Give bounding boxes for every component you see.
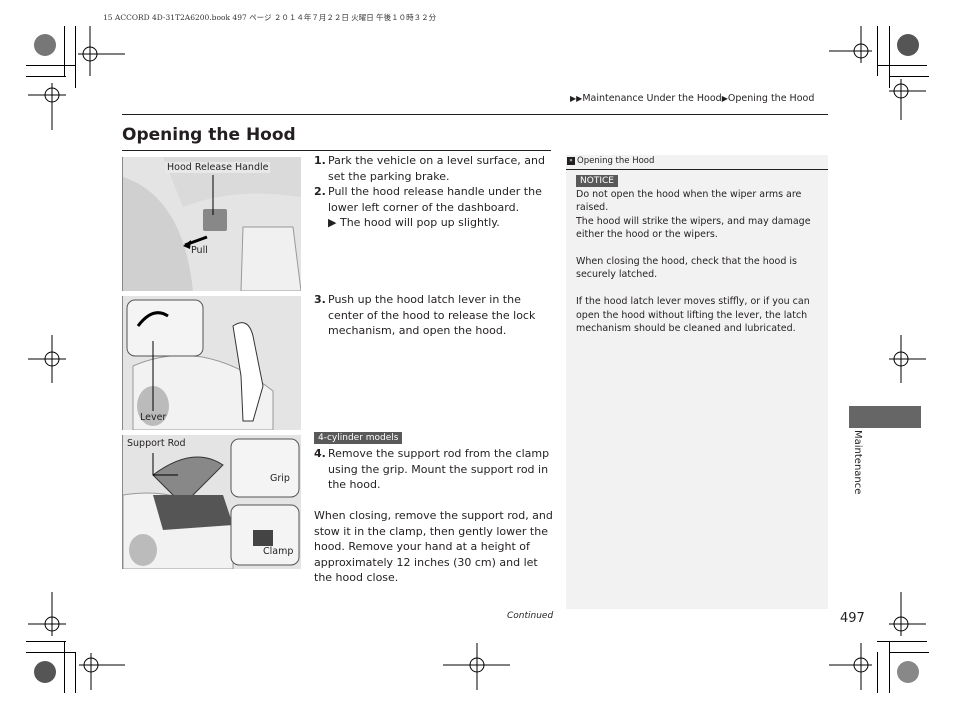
breadcrumb: ▶▶Maintenance Under the Hood▶Opening the…	[570, 93, 814, 104]
registration-target-icon	[28, 592, 66, 636]
figure-label: Support Rod	[127, 438, 186, 449]
figure-label: Clamp	[263, 546, 294, 557]
hood-latch-illustration	[123, 296, 301, 430]
registration-target-icon	[829, 643, 872, 690]
color-target-icon	[34, 34, 56, 56]
continued-label: Continued	[507, 611, 554, 621]
color-target-icon	[34, 661, 56, 683]
step-item: 2. Pull the hood release handle under th…	[314, 184, 554, 215]
step-result: ▶ The hood will pop up slightly.	[314, 215, 554, 231]
breadcrumb-item[interactable]: Maintenance Under the Hood	[582, 93, 721, 104]
registration-target-icon	[443, 643, 510, 690]
step-text: Park the vehicle on a level surface, and…	[328, 154, 545, 183]
step-number: 1.	[314, 154, 326, 167]
side-panel-paragraph: If the hood latch lever moves stiffly, o…	[576, 296, 810, 335]
hood-release-illustration	[123, 157, 301, 291]
section-tab[interactable]	[849, 406, 921, 428]
steps-group-1: 1. Park the vehicle on a level surface, …	[314, 153, 554, 231]
registration-target-icon	[889, 79, 926, 120]
step-number: 4.	[314, 447, 326, 460]
steps-group-3: 4. Remove the support rod from the clamp…	[314, 446, 554, 493]
registration-target-icon	[889, 335, 926, 383]
side-panel-paragraph: When closing the hood, check that the ho…	[576, 256, 798, 281]
registration-target-icon	[28, 335, 66, 383]
model-badge: 4-cylinder models	[314, 432, 403, 444]
figure-label: Lever	[140, 412, 167, 423]
side-panel-heading: » Opening the Hood	[566, 155, 828, 170]
figure-label: Pull	[191, 245, 208, 256]
figure-hood-latch: Lever	[122, 296, 301, 430]
page-number: 497	[840, 611, 865, 626]
color-target-icon	[897, 34, 919, 56]
page-title: Opening the Hood	[122, 125, 296, 145]
step-text: Push up the hood latch lever in the cent…	[328, 293, 536, 337]
figure-label: Grip	[270, 473, 290, 484]
registration-target-icon	[829, 26, 872, 63]
step-number: 3.	[314, 293, 326, 306]
breadcrumb-item[interactable]: Opening the Hood	[728, 93, 815, 104]
result-arrow-icon: ▶	[328, 216, 340, 229]
figure-label: Hood Release Handle	[165, 162, 271, 173]
header-rule	[122, 114, 828, 115]
registration-target-icon	[889, 592, 926, 636]
side-panel-heading-text[interactable]: Opening the Hood	[577, 156, 654, 166]
figure-hood-release: Hood Release Handle Pull	[122, 157, 301, 291]
side-panel-body: Do not open the hood when the wiper arms…	[576, 188, 821, 349]
registration-target-icon	[28, 83, 66, 130]
side-panel-paragraph: Do not open the hood when the wiper arms…	[576, 189, 811, 241]
reference-icon: »	[567, 156, 575, 165]
step-item: 1. Park the vehicle on a level surface, …	[314, 153, 554, 184]
section-tab-label: Maintenance	[852, 430, 863, 495]
steps-group-2: 3. Push up the hood latch lever in the c…	[314, 292, 554, 339]
registration-target-icon	[78, 26, 125, 76]
step-number: 2.	[314, 185, 326, 198]
breadcrumb-arrow-icon: ▶▶	[570, 94, 583, 103]
color-target-icon	[897, 661, 919, 683]
step-result-text: The hood will pop up slightly.	[339, 216, 500, 229]
step-text: Pull the hood release handle under the l…	[328, 185, 542, 214]
step-item: 3. Push up the hood latch lever in the c…	[314, 292, 554, 339]
step-item: 4. Remove the support rod from the clamp…	[314, 446, 554, 493]
registration-target-icon	[79, 653, 125, 690]
step-text: Remove the support rod from the clamp us…	[328, 447, 550, 491]
title-rule	[122, 150, 551, 151]
notice-badge: NOTICE	[576, 175, 618, 187]
figure-support-rod: Support Rod Grip Clamp	[122, 435, 301, 569]
closing-paragraph: When closing, remove the support rod, an…	[314, 509, 553, 585]
